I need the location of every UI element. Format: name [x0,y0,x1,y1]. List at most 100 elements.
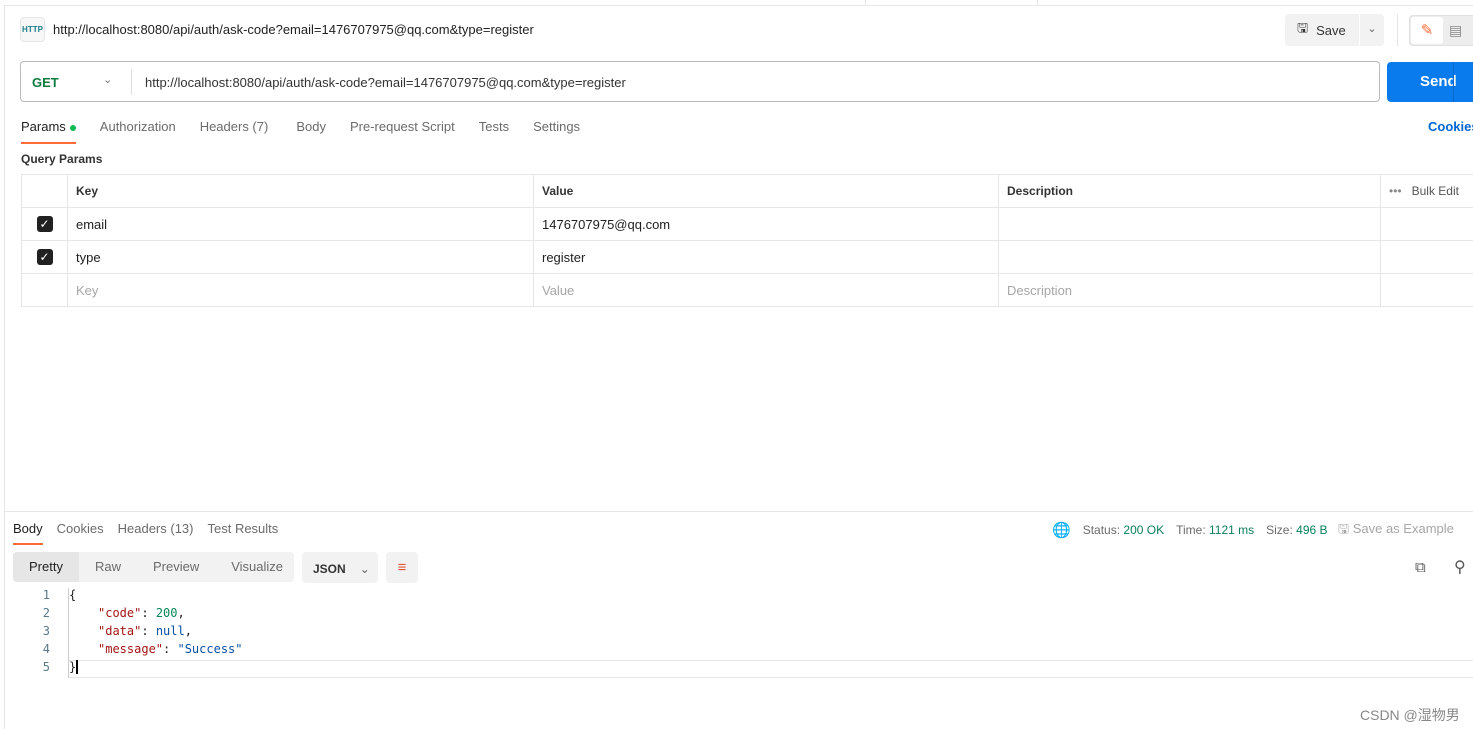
sidebar-border [4,5,5,729]
format-label: JSON [313,562,346,576]
value-input[interactable]: Value [533,273,999,307]
globe-icon[interactable]: 🌐 [1052,521,1071,539]
value-cell[interactable]: register [533,240,999,274]
save-label: Save [1316,22,1346,38]
row-checkbox[interactable]: ✓ [21,240,68,274]
line-number: 3 [42,624,50,638]
view-mode-group: Pretty Raw Preview Visualize [13,552,294,582]
empty-cell [1380,273,1473,307]
key-cell[interactable]: email [67,207,534,241]
description-cell[interactable] [998,207,1381,241]
table-row: ✓ type register [21,240,1473,274]
response-divider[interactable] [5,511,1473,512]
time[interactable]: Time: 1121 ms [1176,523,1254,537]
bulk-edit-button[interactable]: ••• Bulk Edit [1380,174,1473,208]
json-value: 200 [155,606,178,620]
copy-icon[interactable]: ⧉ [1415,559,1426,576]
save-as-example-button[interactable]: 🖫 Save as Example [1338,520,1454,542]
json-value: "Success" [177,642,243,656]
description-cell[interactable] [998,240,1381,274]
tab-response-headers[interactable]: Headers (13) [118,521,194,545]
key-input[interactable]: Key [67,273,534,307]
chevron-down-icon[interactable]: ⌄ [103,73,112,86]
description-input[interactable]: Description [998,273,1381,307]
search-icon[interactable]: ⚲ [1454,557,1466,577]
value-cell[interactable]: 1476707975@qq.com [533,207,999,241]
save-icon: 🖫 [1338,521,1353,536]
tab-body[interactable]: Body [296,119,326,144]
tab-settings[interactable]: Settings [533,119,580,144]
tab-divider [1037,0,1038,6]
code-line: "code": 200, [98,606,185,620]
bulk-edit-label: Bulk Edit [1411,184,1459,198]
empty-cell [21,273,68,307]
divider [131,69,132,95]
tab-label: Params [21,119,66,134]
method-select[interactable]: GET [32,75,59,90]
line-number: 2 [42,606,50,620]
tab-response-cookies[interactable]: Cookies [57,521,104,545]
format-select[interactable]: JSON ⌄ [302,552,378,583]
url-input[interactable]: http://localhost:8080/api/auth/ask-code?… [145,75,626,90]
table-header: Key Value Description ••• Bulk Edit [21,174,1473,208]
tab-response-body[interactable]: Body [13,521,43,545]
status-value: 200 OK [1123,523,1165,537]
json-value: null [155,624,185,638]
save-dropdown-button[interactable]: ⌄ [1360,14,1384,46]
save-icon: 🖫 [1297,20,1309,35]
view-visualize[interactable]: Visualize [215,552,299,582]
line-number: 1 [42,588,50,602]
query-params-title: Query Params [21,152,103,166]
tab-test-results[interactable]: Test Results [207,521,278,545]
tab-params[interactable]: Params [21,119,76,144]
json-key: "code" [98,606,142,620]
json-key: "message" [98,642,164,656]
empty-cell [1380,207,1473,241]
response-meta: 🌐 Status: 200 OK Time: 1121 ms Size: 496… [1052,521,1328,539]
col-value: Value [533,174,999,208]
more-icon: ••• [1389,184,1402,198]
current-line-highlight [68,660,1473,678]
query-params-table: Key Value Description ••• Bulk Edit ✓ ema… [21,174,1473,307]
watermark: CSDN @湿物男 [1360,707,1460,723]
status[interactable]: Status: 200 OK [1083,523,1164,537]
view-pretty[interactable]: Pretty [13,552,79,582]
checkbox-checked-icon[interactable]: ✓ [36,249,53,265]
line-number: 5 [42,660,50,674]
wrap-lines-icon[interactable]: ≡ [386,552,418,583]
col-key: Key [67,174,534,208]
code-line: } [69,660,79,674]
checkbox-checked-icon[interactable]: ✓ [36,216,53,232]
pencil-icon[interactable]: ✎ [1411,17,1443,44]
tab-divider [865,0,866,6]
key-cell[interactable]: type [67,240,534,274]
active-dot-icon [69,124,76,131]
cookies-link[interactable]: Cookies [1428,119,1473,134]
save-button[interactable]: 🖫 Save [1285,14,1359,46]
request-tabs: Params Authorization Headers (7) Body Pr… [21,119,604,144]
json-key: "data" [98,624,142,638]
save-as-example-label: Save as Example [1352,521,1454,536]
request-title[interactable]: http://localhost:8080/api/auth/ask-code?… [53,22,534,37]
tab-tests[interactable]: Tests [479,119,509,144]
code-line: "message": "Success" [98,642,243,656]
send-dropdown-divider [1453,62,1454,102]
tab-headers[interactable]: Headers (7) [200,119,269,144]
tab-pre-request-script[interactable]: Pre-request Script [350,119,455,144]
line-number: 4 [42,642,50,656]
tab-bar-border [5,5,1473,6]
http-icon: HTTP [20,17,45,42]
row-checkbox[interactable]: ✓ [21,207,68,241]
comment-icon[interactable]: ▤ [1449,17,1462,44]
checkbox-col [21,174,68,208]
tab-authorization[interactable]: Authorization [100,119,176,144]
col-description: Description [998,174,1381,208]
view-preview[interactable]: Preview [137,552,215,582]
response-tabs: Body Cookies Headers (13) Test Results [13,521,292,545]
chevron-down-icon: ⌄ [359,562,370,576]
send-button[interactable]: Send [1387,62,1473,102]
size[interactable]: Size: 496 B [1266,523,1327,537]
view-raw[interactable]: Raw [79,552,137,582]
time-label: Time: [1176,523,1206,537]
size-label: Size: [1266,523,1293,537]
